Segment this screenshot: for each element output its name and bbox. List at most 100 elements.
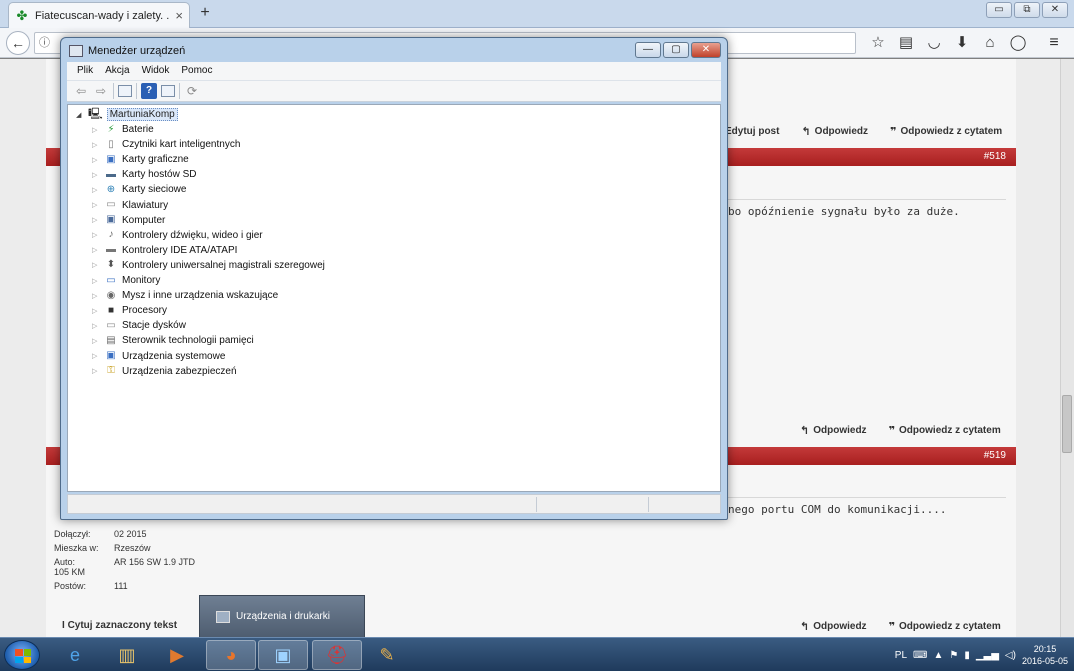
battery-icon[interactable]: ▮ xyxy=(964,650,970,661)
expand-arrow-icon[interactable]: ▷ xyxy=(92,337,100,345)
tree-item-label: Kontrolery uniwersalnej magistrali szere… xyxy=(122,259,325,271)
tree-item[interactable]: ▷ ▭ Monitory xyxy=(92,273,160,288)
view-icon[interactable] xyxy=(161,85,175,97)
network-icon[interactable]: ▁▃▅ xyxy=(976,650,999,661)
post-number[interactable]: #519 xyxy=(984,450,1006,461)
post-number[interactable]: #518 xyxy=(984,151,1006,162)
expand-arrow-icon[interactable]: ▷ xyxy=(92,126,100,134)
tree-item[interactable]: ▷ ▭ Stacje dysków xyxy=(92,318,186,333)
menu-widok[interactable]: Widok xyxy=(136,62,176,80)
scan-hardware-icon[interactable]: ⟳ xyxy=(184,83,200,99)
tree-item[interactable]: ▷ ⚡ Baterie xyxy=(92,122,154,137)
maximize-button[interactable]: ▢ xyxy=(663,42,689,58)
tree-item[interactable]: ▷ ◉ Mysz i inne urządzenia wskazujące xyxy=(92,288,278,303)
expand-arrow-icon[interactable]: ▷ xyxy=(92,201,100,209)
quote-selected-link[interactable]: I Cytuj zaznaczony tekst xyxy=(62,620,177,631)
post-518-text: bo opóźnienie sygnału było za duże. xyxy=(728,205,960,218)
chat-icon[interactable]: ◯ xyxy=(1004,32,1032,54)
tree-item-label: Karty sieciowe xyxy=(122,184,187,196)
tree-item[interactable]: ▷ ▤ Sterownik technologii pamięci xyxy=(92,333,254,348)
expand-arrow-icon[interactable]: ▷ xyxy=(92,352,100,360)
monitor-icon: ▭ xyxy=(106,274,116,286)
expand-arrow-icon[interactable]: ▷ xyxy=(92,307,100,315)
browser-close-button[interactable]: ✕ xyxy=(1042,2,1068,18)
bookmark-star-icon[interactable]: ☆ xyxy=(864,32,892,54)
device-manager-icon[interactable]: ▣ xyxy=(258,640,308,670)
menu-icon[interactable]: ≡ xyxy=(1042,32,1066,54)
back-arrow-icon[interactable]: ⇦ xyxy=(73,83,89,99)
home-icon[interactable]: ⌂ xyxy=(976,32,1004,54)
tree-item[interactable]: ▷ ■ Procesory xyxy=(92,303,167,318)
expand-arrow-icon[interactable]: ▷ xyxy=(92,367,100,375)
reply-icon: ↰ xyxy=(800,621,810,633)
tree-item[interactable]: ▷ ▣ Komputer xyxy=(92,213,165,228)
reply-link[interactable]: ↰ Odpowiedz xyxy=(800,424,867,437)
reader-icon[interactable]: ▤ xyxy=(892,32,920,54)
expand-arrow-icon[interactable]: ▷ xyxy=(92,141,100,149)
internet-explorer-icon[interactable]: e xyxy=(50,640,100,670)
reply-link[interactable]: ↰ Odpowiedz xyxy=(800,620,867,633)
media-player-icon[interactable]: ▶ xyxy=(152,640,202,670)
tree-item[interactable]: ▷ ▣ Karty graficzne xyxy=(92,152,189,167)
scrollbar-thumb[interactable] xyxy=(1062,395,1072,453)
browser-minimize-button[interactable]: ▭ xyxy=(986,2,1012,18)
reply-link[interactable]: ↰ Odpowiedz xyxy=(801,125,868,138)
status-bar xyxy=(67,494,721,514)
tree-item[interactable]: ▷ ▯ Czytniki kart inteligentnych xyxy=(92,137,240,152)
clock[interactable]: 20:15 2016-05-05 xyxy=(1022,643,1068,667)
back-button[interactable]: ← xyxy=(6,31,30,55)
volume-icon[interactable]: ◁) xyxy=(1005,650,1016,661)
expand-arrow-icon[interactable]: ▷ xyxy=(92,231,100,239)
close-button[interactable]: ✕ xyxy=(691,42,721,58)
tree-item[interactable]: ▷ ▬ Karty hostów SD xyxy=(92,167,196,182)
browser-tab[interactable]: ✤ Fiatecuscan-wady i zalety. ... × xyxy=(8,2,190,28)
flag-icon[interactable]: ⚑ xyxy=(949,650,958,661)
menu-plik[interactable]: Plik xyxy=(71,62,99,80)
tree-item[interactable]: ▷ ▭ Klawiatury xyxy=(92,198,168,213)
tree-item[interactable]: ▷ ♪ Kontrolery dźwięku, wideo i gier xyxy=(92,228,263,243)
expand-arrow-icon[interactable]: ▷ xyxy=(92,171,100,179)
tree-item[interactable]: ▷ ⊕ Karty sieciowe xyxy=(92,182,186,197)
start-button[interactable] xyxy=(4,640,40,670)
quote-reply-link[interactable]: ❞ Odpowiedz z cytatem xyxy=(890,125,1002,138)
forward-arrow-icon[interactable]: ⇨ xyxy=(93,83,109,99)
menu-akcja[interactable]: Akcja xyxy=(99,62,135,80)
file-explorer-icon[interactable]: ▥ xyxy=(102,640,152,670)
edit-post-link[interactable]: Edytuj post xyxy=(725,125,779,138)
tab-close-icon[interactable]: × xyxy=(175,8,183,23)
expand-arrow-icon[interactable]: ▷ xyxy=(92,216,100,224)
language-indicator[interactable]: PL xyxy=(895,650,907,661)
download-icon[interactable]: ⬇ xyxy=(948,32,976,54)
tab-title: Fiatecuscan-wady i zalety. ... xyxy=(35,9,170,22)
page-scrollbar[interactable] xyxy=(1060,59,1074,637)
expand-arrow-icon[interactable]: ▷ xyxy=(92,322,100,330)
pocket-icon[interactable]: ◡ xyxy=(920,32,948,54)
toolbox-icon[interactable]: ⛑ xyxy=(312,640,362,670)
keyboard-icon[interactable]: ⌨ xyxy=(913,650,927,661)
minimize-button[interactable]: — xyxy=(635,42,661,58)
expand-arrow-icon[interactable]: ▷ xyxy=(92,246,100,254)
tree-item[interactable]: ▷ ⚿ Urządzenia zabezpieczeń xyxy=(92,364,237,379)
quote-reply-link[interactable]: ❞ Odpowiedz z cytatem xyxy=(889,424,1001,437)
help-icon[interactable]: ? xyxy=(141,83,157,99)
new-tab-button[interactable]: + xyxy=(196,4,214,22)
expand-arrow-icon[interactable]: ▷ xyxy=(92,261,100,269)
properties-icon[interactable] xyxy=(118,85,132,97)
browser-restore-button[interactable]: ⧉ xyxy=(1014,2,1040,18)
collapse-arrow-icon[interactable]: ◢ xyxy=(76,111,84,119)
tree-item[interactable]: ▷ ⬍ Kontrolery uniwersalnej magistrali sze… xyxy=(92,258,325,273)
tree-item[interactable]: ▷ ▣ Urządzenia systemowe xyxy=(92,349,225,364)
tree-root[interactable]: ◢ 🖳 MartuniaKomp xyxy=(76,107,178,122)
paint-icon[interactable]: ✎ xyxy=(362,640,412,670)
firefox-icon[interactable]: ◕ xyxy=(206,640,256,670)
expand-arrow-icon[interactable]: ▷ xyxy=(92,277,100,285)
tree-item-label: Karty hostów SD xyxy=(122,169,197,181)
tree-item[interactable]: ▷ ▬ Kontrolery IDE ATA/ATAPI xyxy=(92,243,237,258)
expand-arrow-icon[interactable]: ▷ xyxy=(92,156,100,164)
quote-reply-link[interactable]: ❞ Odpowiedz z cytatem xyxy=(889,620,1001,633)
show-hidden-icon[interactable]: ▲ xyxy=(933,650,943,661)
menu-pomoc[interactable]: Pomoc xyxy=(175,62,218,80)
site-info-icon[interactable]: ⓘ xyxy=(39,37,50,49)
expand-arrow-icon[interactable]: ▷ xyxy=(92,186,100,194)
expand-arrow-icon[interactable]: ▷ xyxy=(92,292,100,300)
